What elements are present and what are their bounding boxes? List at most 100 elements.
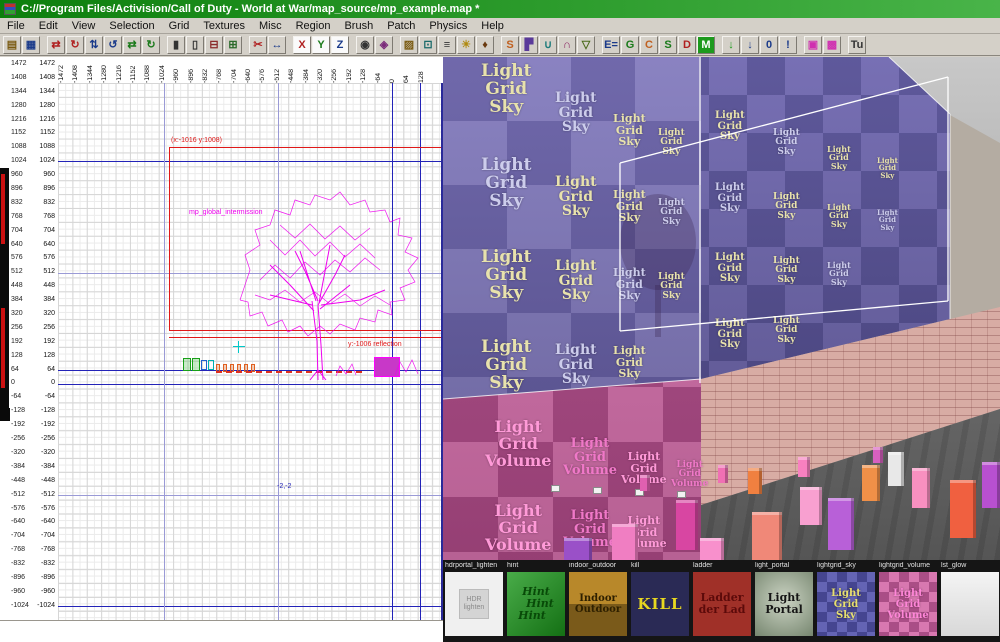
- 3d-brush-box[interactable]: [640, 475, 650, 491]
- 2d-view[interactable]: (x:-1016 y:1008) mp_global_intermission …: [58, 83, 443, 620]
- 3d-brush-box[interactable]: [888, 452, 904, 486]
- 3d-view[interactable]: Light Grid Sky Light Grid Sky Light Grid…: [443, 57, 1000, 560]
- 3d-brush-box[interactable]: [752, 512, 782, 560]
- texture-swatch-indoor-outdoor[interactable]: IndoorOutdoor: [569, 572, 627, 636]
- light-entity-box[interactable]: [593, 487, 602, 494]
- menu-item[interactable]: Misc: [252, 18, 289, 34]
- g-button[interactable]: G: [621, 36, 639, 54]
- menu-item[interactable]: Physics: [422, 18, 474, 34]
- entity-list-button[interactable]: ≡: [438, 36, 456, 54]
- m-button[interactable]: M: [697, 36, 715, 54]
- zero-button[interactable]: 0: [760, 36, 778, 54]
- texture-swatch-light-portal[interactable]: LightPortal: [755, 572, 813, 636]
- z-extent-handle[interactable]: [0, 408, 10, 421]
- measure-button[interactable]: ↔: [268, 36, 286, 54]
- 3d-brush-box[interactable]: [912, 468, 930, 508]
- down-blue-button[interactable]: ↓: [741, 36, 759, 54]
- 3d-brush-box[interactable]: [700, 538, 724, 560]
- texture-swatch-kill[interactable]: KILL: [631, 572, 689, 636]
- texture-swatch-hint[interactable]: HintHintHint: [507, 572, 565, 636]
- pink-b-button[interactable]: ▩: [823, 36, 841, 54]
- rotate-z-button[interactable]: ↻: [142, 36, 160, 54]
- texture-swatch-lst-glow[interactable]: [941, 572, 999, 636]
- texture-swatch-ladder[interactable]: Ladderder Lad: [693, 572, 751, 636]
- toolbar-separator[interactable]: [287, 36, 292, 54]
- 3d-brush-box[interactable]: [828, 498, 854, 550]
- clipper-button[interactable]: ✂: [249, 36, 267, 54]
- menu-item[interactable]: Region: [289, 18, 338, 34]
- toolbar-separator[interactable]: [596, 36, 601, 54]
- s-button[interactable]: S: [659, 36, 677, 54]
- c-button[interactable]: C: [640, 36, 658, 54]
- cap-button[interactable]: ∩: [558, 36, 576, 54]
- toolbar-separator[interactable]: [243, 36, 248, 54]
- csg-subtract-button[interactable]: ⊟: [205, 36, 223, 54]
- entity-color-button[interactable]: E=: [602, 36, 620, 54]
- 3d-brush-box[interactable]: [676, 500, 698, 550]
- menu-item[interactable]: Textures: [196, 18, 252, 34]
- 3d-brush-box[interactable]: [612, 524, 638, 560]
- 3d-brush-box[interactable]: [564, 538, 592, 560]
- open-button[interactable]: ▤: [3, 36, 21, 54]
- toolbar-separator[interactable]: [394, 36, 399, 54]
- menu-item[interactable]: File: [0, 18, 32, 34]
- 3d-brush-box[interactable]: [798, 457, 810, 477]
- tu-button[interactable]: Tu: [848, 36, 866, 54]
- toolbar-separator[interactable]: [41, 36, 46, 54]
- 3d-brush-box[interactable]: [800, 487, 822, 525]
- toolbar-separator[interactable]: [161, 36, 166, 54]
- 3d-brush-box[interactable]: [950, 480, 976, 538]
- view-xz-button[interactable]: Z: [331, 36, 349, 54]
- select-touching-button[interactable]: ▯: [186, 36, 204, 54]
- menu-item[interactable]: Selection: [102, 18, 161, 34]
- z-extent-bar[interactable]: [0, 168, 9, 408]
- texture-lock-button[interactable]: ⊡: [419, 36, 437, 54]
- menu-item[interactable]: Patch: [380, 18, 422, 34]
- texture-swatch-lightgrid-sky[interactable]: LightGridSky: [817, 572, 875, 636]
- light-button[interactable]: ☀: [457, 36, 475, 54]
- cubic-clip-button[interactable]: ◈: [375, 36, 393, 54]
- flip-z-button[interactable]: ⇄: [123, 36, 141, 54]
- down-green-button[interactable]: ↓: [722, 36, 740, 54]
- d-button[interactable]: D: [678, 36, 696, 54]
- 3d-brush-box[interactable]: [718, 465, 728, 483]
- flip-y-button[interactable]: ⇅: [85, 36, 103, 54]
- weld-button[interactable]: ∪: [539, 36, 557, 54]
- 3d-brush-box[interactable]: [982, 462, 1000, 508]
- texture-swatch-lightgrid-volume[interactable]: LightGridVolume: [879, 572, 937, 636]
- toolbar-separator[interactable]: [716, 36, 721, 54]
- camera-button[interactable]: ◉: [356, 36, 374, 54]
- patch-button[interactable]: ▛: [520, 36, 538, 54]
- toolbar-separator[interactable]: [842, 36, 847, 54]
- view-yz-button[interactable]: Y: [312, 36, 330, 54]
- 3d-brush-box[interactable]: [873, 447, 883, 463]
- light-entity-box[interactable]: [551, 485, 560, 492]
- rotate-y-button[interactable]: ↺: [104, 36, 122, 54]
- surface-inspector-button[interactable]: S: [501, 36, 519, 54]
- pink-a-button[interactable]: ▣: [804, 36, 822, 54]
- toolbar-separator[interactable]: [798, 36, 803, 54]
- menu-item[interactable]: View: [65, 18, 103, 34]
- menu-item[interactable]: Brush: [337, 18, 380, 34]
- menu-item[interactable]: Edit: [32, 18, 65, 34]
- texture-swatch-hdrportal-lighten[interactable]: HDRlighten: [445, 572, 503, 636]
- menu-item[interactable]: Help: [474, 18, 511, 34]
- flip-x-button[interactable]: ⇄: [47, 36, 65, 54]
- light-entity-box[interactable]: [677, 491, 686, 498]
- texture-view-button[interactable]: ▨: [400, 36, 418, 54]
- 3d-brush-box[interactable]: [748, 468, 762, 494]
- 3d-brush-box[interactable]: [862, 465, 880, 501]
- toolbar-separator[interactable]: [495, 36, 500, 54]
- title-bar[interactable]: C://Program Files/Activision/Call of Dut…: [0, 0, 1000, 18]
- toolbar-separator[interactable]: [350, 36, 355, 54]
- view-xy-button[interactable]: X: [293, 36, 311, 54]
- save-button[interactable]: ▦: [22, 36, 40, 54]
- cycle-button[interactable]: ▽: [577, 36, 595, 54]
- menu-item[interactable]: Grid: [162, 18, 197, 34]
- rotate-x-button[interactable]: ↻: [66, 36, 84, 54]
- alert-button[interactable]: !: [779, 36, 797, 54]
- model-button[interactable]: ♦: [476, 36, 494, 54]
- tree-model-wireframe[interactable]: [58, 83, 443, 620]
- select-complete-tall-button[interactable]: ▮: [167, 36, 185, 54]
- csg-merge-button[interactable]: ⊞: [224, 36, 242, 54]
